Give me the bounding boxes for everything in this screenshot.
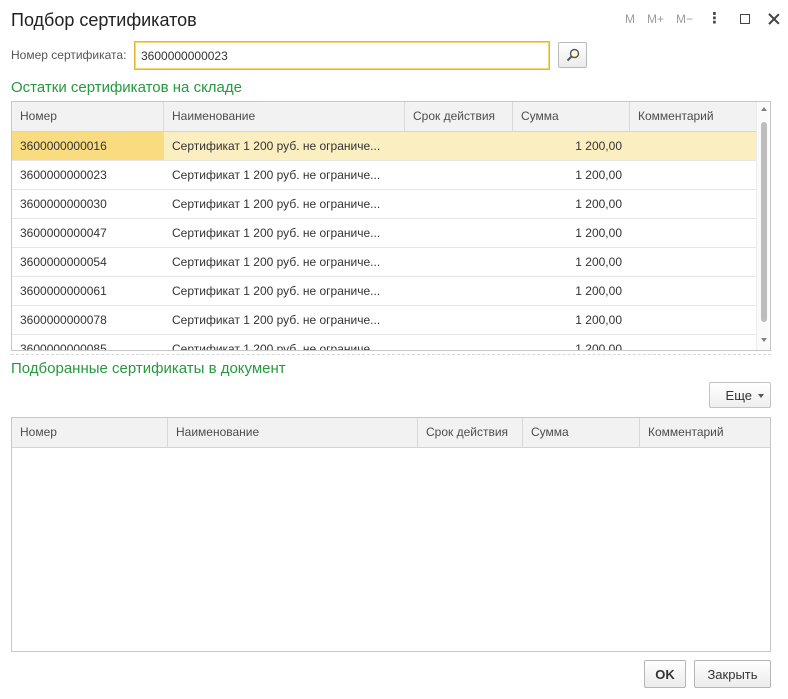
cell-amount: 1 200,00	[575, 168, 622, 182]
window-controls: M M+ M− ⋮	[613, 10, 780, 28]
cell-amount: 1 200,00	[575, 139, 622, 153]
maximize-icon[interactable]	[740, 14, 750, 24]
selected-table[interactable]: Номер Наименование Срок действия Сумма К…	[11, 417, 771, 652]
close-button[interactable]: Закрыть	[694, 660, 771, 688]
table-row[interactable]: 3600000000085 Сертификат 1 200 руб. не о…	[12, 335, 770, 351]
cell-name: Сертификат 1 200 руб. не ограниче...	[172, 197, 381, 211]
cell-comment	[630, 132, 756, 160]
certificate-number-input[interactable]	[134, 41, 550, 70]
cell-expiry	[405, 161, 513, 189]
cell-name: Сертификат 1 200 руб. не ограниче...	[172, 255, 381, 269]
column-header-amount[interactable]: Сумма	[523, 418, 640, 447]
column-header-name[interactable]: Наименование	[168, 418, 418, 447]
cell-number: 3600000000085	[20, 342, 107, 351]
column-header-comment[interactable]: Комментарий	[630, 102, 756, 131]
cell-name: Сертификат 1 200 руб. не ограниче...	[172, 226, 381, 240]
column-header-number[interactable]: Номер	[12, 418, 168, 447]
cell-comment	[630, 219, 756, 247]
stock-section-title: Остатки сертификатов на складе	[11, 79, 242, 96]
stock-table-scrollbar[interactable]	[756, 102, 770, 350]
scroll-up-icon[interactable]	[761, 107, 767, 111]
cell-expiry	[405, 248, 513, 276]
table-row[interactable]: 3600000000023 Сертификат 1 200 руб. не о…	[12, 161, 770, 190]
column-header-amount[interactable]: Сумма	[513, 102, 630, 131]
cell-comment	[630, 190, 756, 218]
cell-number: 3600000000047	[20, 226, 107, 240]
cell-comment	[630, 335, 756, 350]
cell-number: 3600000000016	[12, 132, 164, 160]
more-button-label: Еще	[725, 387, 752, 403]
cell-amount: 1 200,00	[575, 226, 622, 240]
column-header-name[interactable]: Наименование	[164, 102, 405, 131]
scroll-down-icon[interactable]	[761, 338, 767, 342]
more-options-icon[interactable]: ⋮	[707, 10, 722, 28]
scroll-thumb[interactable]	[761, 122, 767, 322]
cell-expiry	[405, 306, 513, 334]
memory-plus-button[interactable]: M+	[647, 10, 664, 28]
chevron-down-icon	[758, 394, 764, 399]
cell-number: 3600000000078	[20, 313, 107, 327]
cell-number: 3600000000061	[20, 284, 107, 298]
certificate-number-label: Номер сертификата:	[11, 48, 127, 62]
table-row[interactable]: 3600000000054 Сертификат 1 200 руб. не о…	[12, 248, 770, 277]
more-button[interactable]: Еще	[709, 382, 771, 408]
selected-section-title: Подборанные сертификаты в документ	[11, 360, 286, 377]
table-row[interactable]: 3600000000078 Сертификат 1 200 руб. не о…	[12, 306, 770, 335]
cell-comment	[630, 277, 756, 305]
cell-comment	[630, 306, 756, 334]
cell-name: Сертификат 1 200 руб. не ограниче...	[172, 168, 381, 182]
cell-expiry	[405, 132, 513, 160]
column-header-comment[interactable]: Комментарий	[640, 418, 760, 447]
cell-amount: 1 200,00	[575, 284, 622, 298]
cell-number: 3600000000054	[20, 255, 107, 269]
column-header-number[interactable]: Номер	[12, 102, 164, 131]
cell-name: Сертификат 1 200 руб. не ограниче...	[172, 139, 381, 153]
cell-expiry	[405, 190, 513, 218]
memory-minus-button[interactable]: M−	[676, 10, 693, 28]
cell-amount: 1 200,00	[575, 313, 622, 327]
panel-splitter[interactable]	[11, 354, 771, 355]
search-button[interactable]	[558, 42, 587, 68]
cell-comment	[630, 161, 756, 189]
cell-amount: 1 200,00	[575, 197, 622, 211]
table-row[interactable]: 3600000000047 Сертификат 1 200 руб. не о…	[12, 219, 770, 248]
cell-amount: 1 200,00	[575, 342, 622, 351]
cell-expiry	[405, 277, 513, 305]
close-icon[interactable]	[768, 13, 780, 25]
cell-expiry	[405, 219, 513, 247]
stock-table[interactable]: Номер Наименование Срок действия Сумма К…	[11, 101, 771, 351]
search-icon	[566, 48, 580, 62]
cell-expiry	[405, 335, 513, 350]
cell-name: Сертификат 1 200 руб. не ограниче...	[172, 284, 381, 298]
column-header-expiry[interactable]: Срок действия	[418, 418, 523, 447]
ok-button[interactable]: OK	[644, 660, 686, 688]
cell-number: 3600000000023	[20, 168, 107, 182]
table-row[interactable]: 3600000000061 Сертификат 1 200 руб. не о…	[12, 277, 770, 306]
cell-name: Сертификат 1 200 руб. не ограниче...	[172, 342, 381, 351]
table-row[interactable]: 3600000000016 Сертификат 1 200 руб. не о…	[12, 132, 770, 161]
cell-amount: 1 200,00	[575, 255, 622, 269]
memory-m-button[interactable]: M	[625, 10, 635, 28]
table-row[interactable]: 3600000000030 Сертификат 1 200 руб. не о…	[12, 190, 770, 219]
cell-number: 3600000000030	[20, 197, 107, 211]
selected-table-header: Номер Наименование Срок действия Сумма К…	[12, 418, 770, 448]
stock-table-header: Номер Наименование Срок действия Сумма К…	[12, 102, 770, 132]
column-header-expiry[interactable]: Срок действия	[405, 102, 513, 131]
cell-comment	[630, 248, 756, 276]
cell-name: Сертификат 1 200 руб. не ограниче...	[172, 313, 381, 327]
window-title: Подбор сертификатов	[11, 10, 197, 30]
